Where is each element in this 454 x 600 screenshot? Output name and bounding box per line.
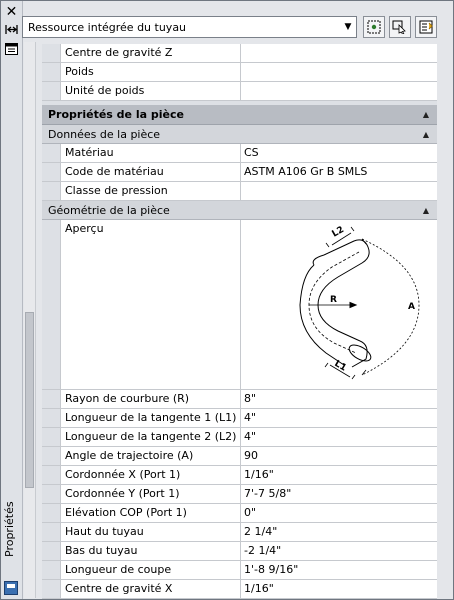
vertical-scrollbar[interactable] [24,42,36,598]
object-type-select[interactable]: Ressource intégrée du tuyau ▼ [22,16,357,38]
property-row[interactable]: Code de matériau ASTM A106 Gr B SMLS [42,163,437,182]
property-row[interactable]: Cordonnée Y (Port 1) 7'-7 5/8" [42,485,437,504]
part-data-rows: Matériau CS Code de matériau ASTM A106 Gr … [42,144,437,201]
property-row[interactable]: Haut du tuyau 2 1/4" [42,523,437,542]
preview-label: Aperçu [60,220,241,389]
property-label: Angle de trajectoire (A) [60,447,241,465]
property-value[interactable]: 4" [241,409,437,427]
property-label: Centre de gravité X [60,580,241,598]
property-label: Matériau [60,144,241,162]
property-grid: Centre de gravité Z Poids Unité de poids… [42,44,437,599]
property-value[interactable]: 0" [241,504,437,522]
property-label: Poids [60,63,241,81]
property-label: Longueur de la tangente 1 (L1) [60,409,241,427]
scrollbar-thumb[interactable] [25,312,34,488]
property-row[interactable]: Centre de gravité Z [42,44,437,63]
property-value[interactable] [241,63,437,81]
property-label: Code de matériau [60,163,241,181]
close-icon[interactable]: ✕ [4,4,19,20]
property-label: Classe de pression [60,182,241,200]
property-row[interactable]: Centre de gravité X 1/16" [42,580,437,599]
category-title: Propriétés de la pièce [48,108,184,121]
select-objects-button[interactable] [389,16,411,38]
property-label: Longueur de la tangente 2 (L2) [60,428,241,446]
property-label: Cordonnée Y (Port 1) [60,485,241,503]
property-row[interactable]: Unité de poids [42,82,437,101]
pickadd-toggle-button[interactable] [415,16,437,38]
collapse-icon[interactable]: ▲ [423,105,429,125]
preview-row: Aperçu L2 L1 R A [42,220,437,390]
property-row[interactable]: Longueur de la tangente 1 (L1) 4" [42,409,437,428]
property-value[interactable] [241,82,437,100]
palette-title: Propriétés [3,501,16,557]
property-value[interactable]: 7'-7 5/8" [241,485,437,503]
property-label: Haut du tuyau [60,523,241,541]
subcategory-title: Données de la pièce [48,128,161,141]
property-row[interactable]: Longueur de la tangente 2 (L2) 4" [42,428,437,447]
property-label: Longueur de coupe [60,561,241,579]
object-type-value: Ressource intégrée du tuyau [28,20,187,34]
quick-select-button[interactable] [363,16,385,38]
label-l1: L1 [333,358,348,373]
property-value[interactable]: -2 1/4" [241,542,437,560]
property-row[interactable]: Bas du tuyau -2 1/4" [42,542,437,561]
chevron-down-icon[interactable]: ▼ [340,17,356,37]
property-value[interactable]: 2 1/4" [241,523,437,541]
property-value[interactable]: 1/16" [241,580,437,598]
label-r: R [330,295,337,305]
properties-icon[interactable] [4,41,19,56]
property-row[interactable]: Angle de trajectoire (A) 90 [42,447,437,466]
top-rows: Centre de gravité Z Poids Unité de poids [42,44,437,101]
property-label: Centre de gravité Z [60,44,241,62]
label-a: A [408,302,415,312]
palette-title-strip: ✕ Propriétés [1,1,23,599]
collapse-icon[interactable]: ▲ [423,125,429,144]
property-value[interactable]: 1'-8 9/16" [241,561,437,579]
property-value[interactable] [241,182,437,200]
palette-options-icon[interactable] [4,581,18,595]
autohide-icon[interactable] [4,22,19,37]
property-label: Rayon de courbure (R) [60,390,241,408]
property-label: Cordonnée X (Port 1) [60,466,241,484]
property-row[interactable]: Matériau CS [42,144,437,163]
subcategory-title: Géométrie de la pièce [48,204,170,217]
property-row[interactable]: Longueur de coupe 1'-8 9/16" [42,561,437,580]
property-row[interactable]: Rayon de courbure (R) 8" [42,390,437,409]
property-row[interactable]: Elévation COP (Port 1) 0" [42,504,437,523]
property-label: Elévation COP (Port 1) [60,504,241,522]
property-value[interactable]: 90 [241,447,437,465]
elbow-diagram: L2 L1 R A [299,225,420,379]
property-row[interactable]: Classe de pression [42,182,437,201]
category-header[interactable]: Propriétés de la pièce ▲ [42,105,437,125]
property-row[interactable]: Poids [42,63,437,82]
preview-image: L2 L1 R A [241,220,437,389]
geometry-rows: Aperçu L2 L1 R A Rayon de courbure (R) 8… [42,220,437,599]
property-value[interactable]: 1/16" [241,466,437,484]
property-label: Unité de poids [60,82,241,100]
property-value[interactable] [241,44,437,62]
property-row[interactable]: Cordonnée X (Port 1) 1/16" [42,466,437,485]
subcategory-header-part-data[interactable]: Données de la pièce ▲ [42,125,437,144]
property-value[interactable]: CS [241,144,437,162]
property-value[interactable]: 4" [241,428,437,446]
property-value[interactable]: ASTM A106 Gr B SMLS [241,163,437,181]
collapse-icon[interactable]: ▲ [423,201,429,220]
property-value[interactable]: 8" [241,390,437,408]
property-label: Bas du tuyau [60,542,241,560]
subcategory-header-geometry[interactable]: Géométrie de la pièce ▲ [42,201,437,220]
